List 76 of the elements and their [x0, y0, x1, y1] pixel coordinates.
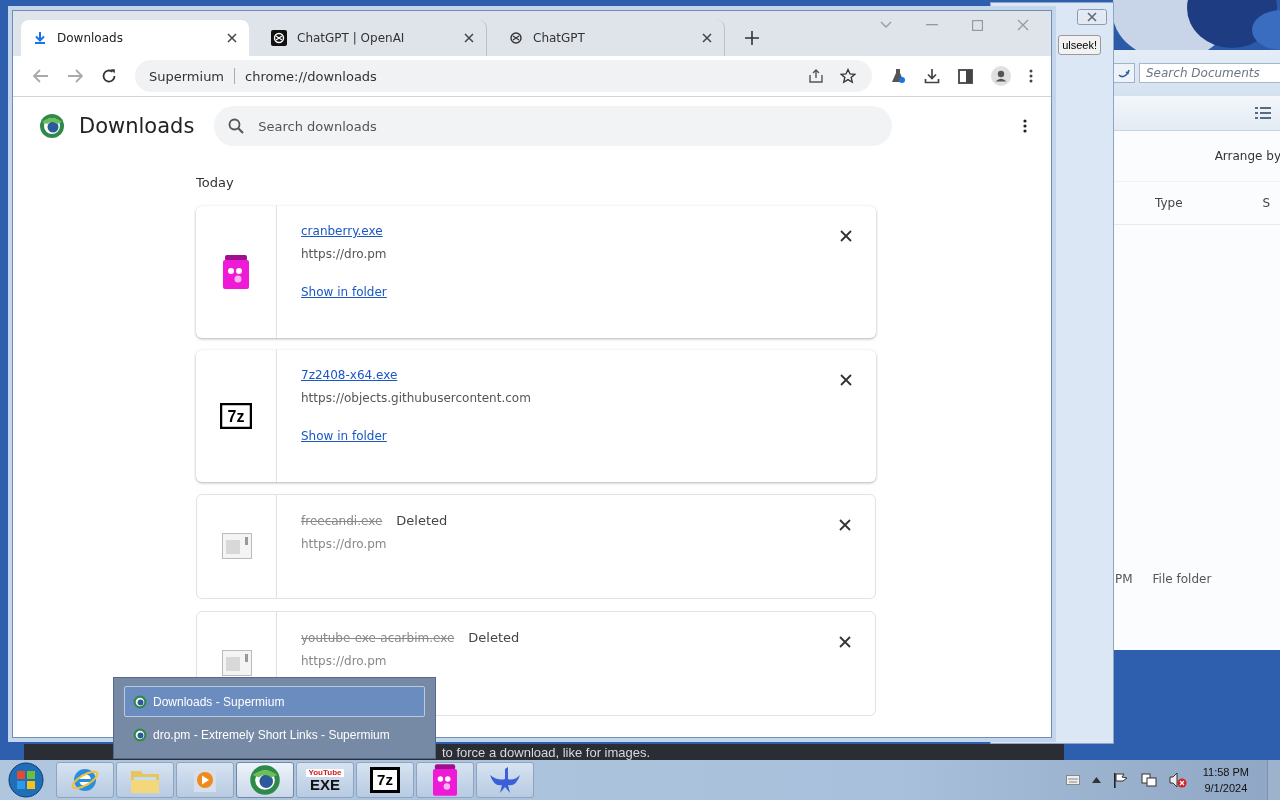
- file-icon: [221, 533, 252, 559]
- file-icon: [221, 650, 252, 676]
- taskbar-button[interactable]: [476, 762, 534, 798]
- address-bar[interactable]: Supermium chrome://downloads: [135, 60, 872, 92]
- source-url: https://dro.pm: [301, 537, 387, 551]
- browser-tab[interactable]: ChatGPT: [497, 20, 725, 56]
- status-label: Deleted: [468, 630, 520, 645]
- clock-date[interactable]: 9/1/2024: [1204, 780, 1248, 796]
- search-button[interactable]: ulseek!: [1058, 35, 1101, 55]
- download-icon[interactable]: [924, 68, 940, 84]
- close-icon[interactable]: [840, 374, 852, 386]
- jar-icon: [223, 255, 249, 289]
- menu-icon[interactable]: [1029, 69, 1033, 83]
- browser-logo-icon: [133, 727, 147, 742]
- swirl-icon: [509, 31, 523, 45]
- refresh-icon[interactable]: [1113, 63, 1135, 83]
- file-link[interactable]: 7z2408-x64.exe: [301, 368, 398, 382]
- archive-icon: 7z: [220, 403, 252, 429]
- file-name: freecandi.exe: [301, 513, 383, 528]
- taskbar-button[interactable]: [416, 762, 474, 798]
- browser-logo-icon: [133, 694, 147, 709]
- search-icon: [228, 118, 245, 134]
- star-icon[interactable]: [840, 68, 856, 84]
- view-icon[interactable]: [1255, 107, 1271, 119]
- menu-icon[interactable]: [1023, 119, 1027, 133]
- jar-icon: [433, 764, 457, 796]
- close-icon[interactable]: [839, 636, 851, 648]
- start-button[interactable]: [8, 762, 44, 798]
- caption-text: to force a download, like for images.: [442, 744, 651, 760]
- sidebar-icon[interactable]: [958, 68, 973, 84]
- bird-icon: [488, 765, 522, 795]
- network-icon[interactable]: [1140, 772, 1157, 788]
- archive-icon: 7z: [370, 767, 400, 793]
- taskbar-button[interactable]: YouTube EXE: [296, 762, 354, 798]
- file-link[interactable]: cranberry.exe: [301, 224, 383, 238]
- section-heading: Today: [196, 174, 235, 192]
- close-icon[interactable]: [702, 33, 712, 43]
- browser-tab[interactable]: Downloads: [21, 20, 249, 56]
- search-field[interactable]: Search Documents: [1139, 63, 1280, 83]
- search-field[interactable]: Search downloads: [214, 106, 893, 146]
- table-cell: File folder: [1152, 572, 1212, 588]
- browser-logo-icon: [39, 113, 65, 139]
- volume-muted-icon[interactable]: [1168, 772, 1187, 788]
- arrange-label[interactable]: Arrange by: [1214, 149, 1280, 163]
- close-icon[interactable]: [227, 33, 237, 43]
- clock-time[interactable]: 11:58 PM: [1202, 764, 1249, 780]
- show-in-folder-link[interactable]: Show in folder: [301, 429, 387, 443]
- status-label: Deleted: [396, 513, 448, 528]
- taskbar-button[interactable]: [56, 762, 114, 798]
- download-icon: [33, 31, 47, 45]
- table-cell: PM: [1115, 572, 1133, 588]
- taskbar-button[interactable]: 7z: [356, 762, 414, 798]
- close-icon[interactable]: [839, 519, 851, 531]
- window-list-item[interactable]: dro.pm - Extremely Short Links - Supermium: [124, 719, 425, 750]
- share-icon[interactable]: [808, 68, 824, 84]
- source-url: https://dro.pm: [301, 247, 387, 261]
- swirl-icon: [271, 30, 287, 46]
- taskbar-button[interactable]: [236, 762, 294, 798]
- column-header[interactable]: S: [1262, 196, 1271, 210]
- new-tab-button[interactable]: [745, 31, 759, 45]
- profile-icon[interactable]: [991, 66, 1011, 86]
- browser-tab[interactable]: ChatGPT | OpenAI: [259, 20, 487, 56]
- column-header[interactable]: Type: [1155, 196, 1183, 210]
- close-icon[interactable]: [464, 33, 474, 43]
- source-url: https://objects.githubusercontent.com: [301, 391, 531, 405]
- flask-icon[interactable]: [890, 68, 906, 84]
- flag-icon[interactable]: [1112, 772, 1129, 788]
- file-name: youtube-exe-acarbim.exe: [301, 630, 455, 645]
- chevron-up-icon[interactable]: [1091, 777, 1101, 783]
- source-url: https://dro.pm: [301, 654, 387, 668]
- show-in-folder-link[interactable]: Show in folder: [301, 285, 387, 299]
- close-icon[interactable]: [840, 230, 852, 242]
- page-title: Downloads: [79, 114, 195, 138]
- reload-icon[interactable]: [101, 68, 117, 84]
- keyboard-icon[interactable]: [1065, 775, 1080, 785]
- browser-logo-icon: [249, 764, 281, 796]
